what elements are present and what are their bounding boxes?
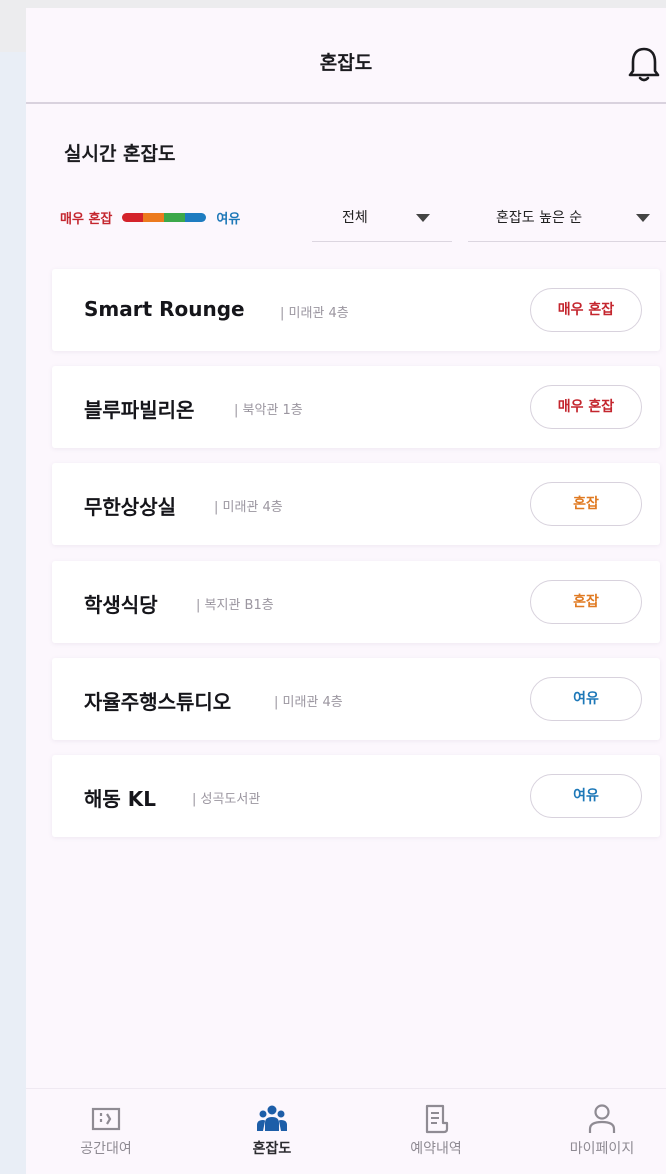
sort-filter-dropdown[interactable]: 혼잡도 높은 순 <box>468 194 666 242</box>
space-name: Smart Rounge <box>84 297 245 321</box>
app-screen: 혼잡도 실시간 혼잡도 매우 혼잡 여유 전체 혼잡도 높은 순 Smart R… <box>26 8 666 1174</box>
people-icon <box>257 1105 287 1131</box>
legend-swatch-red <box>122 212 144 222</box>
category-filter-dropdown[interactable]: 전체 <box>312 194 452 242</box>
bell-icon[interactable] <box>626 44 662 84</box>
nav-item-space-rental[interactable]: 공간대여 <box>46 1103 166 1158</box>
chevron-down-icon <box>416 214 430 222</box>
space-name: 무한상상실 <box>84 495 176 519</box>
congestion-badge[interactable]: 여유 <box>530 677 642 721</box>
space-card[interactable]: 학생식당 | 복지관 B1층 혼잡 <box>52 561 660 643</box>
legend-busy-label: 매우 혼잡 <box>60 211 113 227</box>
space-location: | 미래관 4층 <box>214 500 283 515</box>
space-name: 학생식당 <box>84 593 158 617</box>
category-filter-value: 전체 <box>342 210 368 226</box>
space-location: | 복지관 B1층 <box>196 598 274 613</box>
sort-filter-value: 혼잡도 높은 순 <box>496 210 583 226</box>
space-location: | 북악관 1층 <box>234 403 303 418</box>
space-name: 자율주행스튜디오 <box>84 690 232 714</box>
space-card[interactable]: Smart Rounge | 미래관 4층 매우 혼잡 <box>52 269 660 351</box>
nav-item-congestion[interactable]: 혼잡도 <box>212 1103 332 1158</box>
space-location: | 미래관 4층 <box>274 695 343 710</box>
ticket-icon <box>91 1107 121 1131</box>
nav-item-mypage[interactable]: 마이페이지 <box>542 1103 662 1158</box>
nav-label: 공간대여 <box>80 1141 132 1157</box>
congestion-badge[interactable]: 혼잡 <box>530 580 642 624</box>
congestion-badge[interactable]: 매우 혼잡 <box>530 288 642 332</box>
congestion-badge[interactable]: 여유 <box>530 774 642 818</box>
space-name: 블루파빌리온 <box>84 398 195 422</box>
legend-swatch-orange <box>143 212 165 222</box>
congestion-legend: 매우 혼잡 여유 <box>60 207 240 227</box>
space-card[interactable]: 해동 KL | 성곡도서관 여유 <box>52 755 660 837</box>
page-title: 혼잡도 <box>319 52 373 74</box>
chevron-down-icon <box>636 214 650 222</box>
space-card[interactable]: 자율주행스튜디오 | 미래관 4층 여유 <box>52 658 660 740</box>
nav-item-reservations[interactable]: 예약내역 <box>376 1103 496 1158</box>
space-location: | 미래관 4층 <box>280 306 349 321</box>
bottom-nav: 공간대여 혼잡도 예약내역 마이페이지 <box>26 1088 666 1174</box>
legend-color-bar <box>122 212 207 222</box>
congestion-badge[interactable]: 혼잡 <box>530 482 642 526</box>
space-location: | 성곡도서관 <box>192 792 261 807</box>
nav-label: 예약내역 <box>410 1141 462 1157</box>
congestion-badge[interactable]: 매우 혼잡 <box>530 385 642 429</box>
space-name: 해동 KL <box>84 787 157 811</box>
document-icon <box>425 1104 449 1134</box>
legend-swatch-blue <box>185 212 207 222</box>
space-card[interactable]: 블루파빌리온 | 북악관 1층 매우 혼잡 <box>52 366 660 448</box>
person-icon <box>588 1104 616 1133</box>
app-header: 혼잡도 <box>26 8 666 104</box>
legend-swatch-green <box>164 212 186 222</box>
nav-label: 마이페이지 <box>569 1141 635 1157</box>
space-card[interactable]: 무한상상실 | 미래관 4층 혼잡 <box>52 463 660 545</box>
nav-label: 혼잡도 <box>252 1141 292 1157</box>
section-title: 실시간 혼잡도 <box>64 143 176 165</box>
legend-free-label: 여유 <box>216 211 241 227</box>
window-side-strip <box>0 52 26 1174</box>
